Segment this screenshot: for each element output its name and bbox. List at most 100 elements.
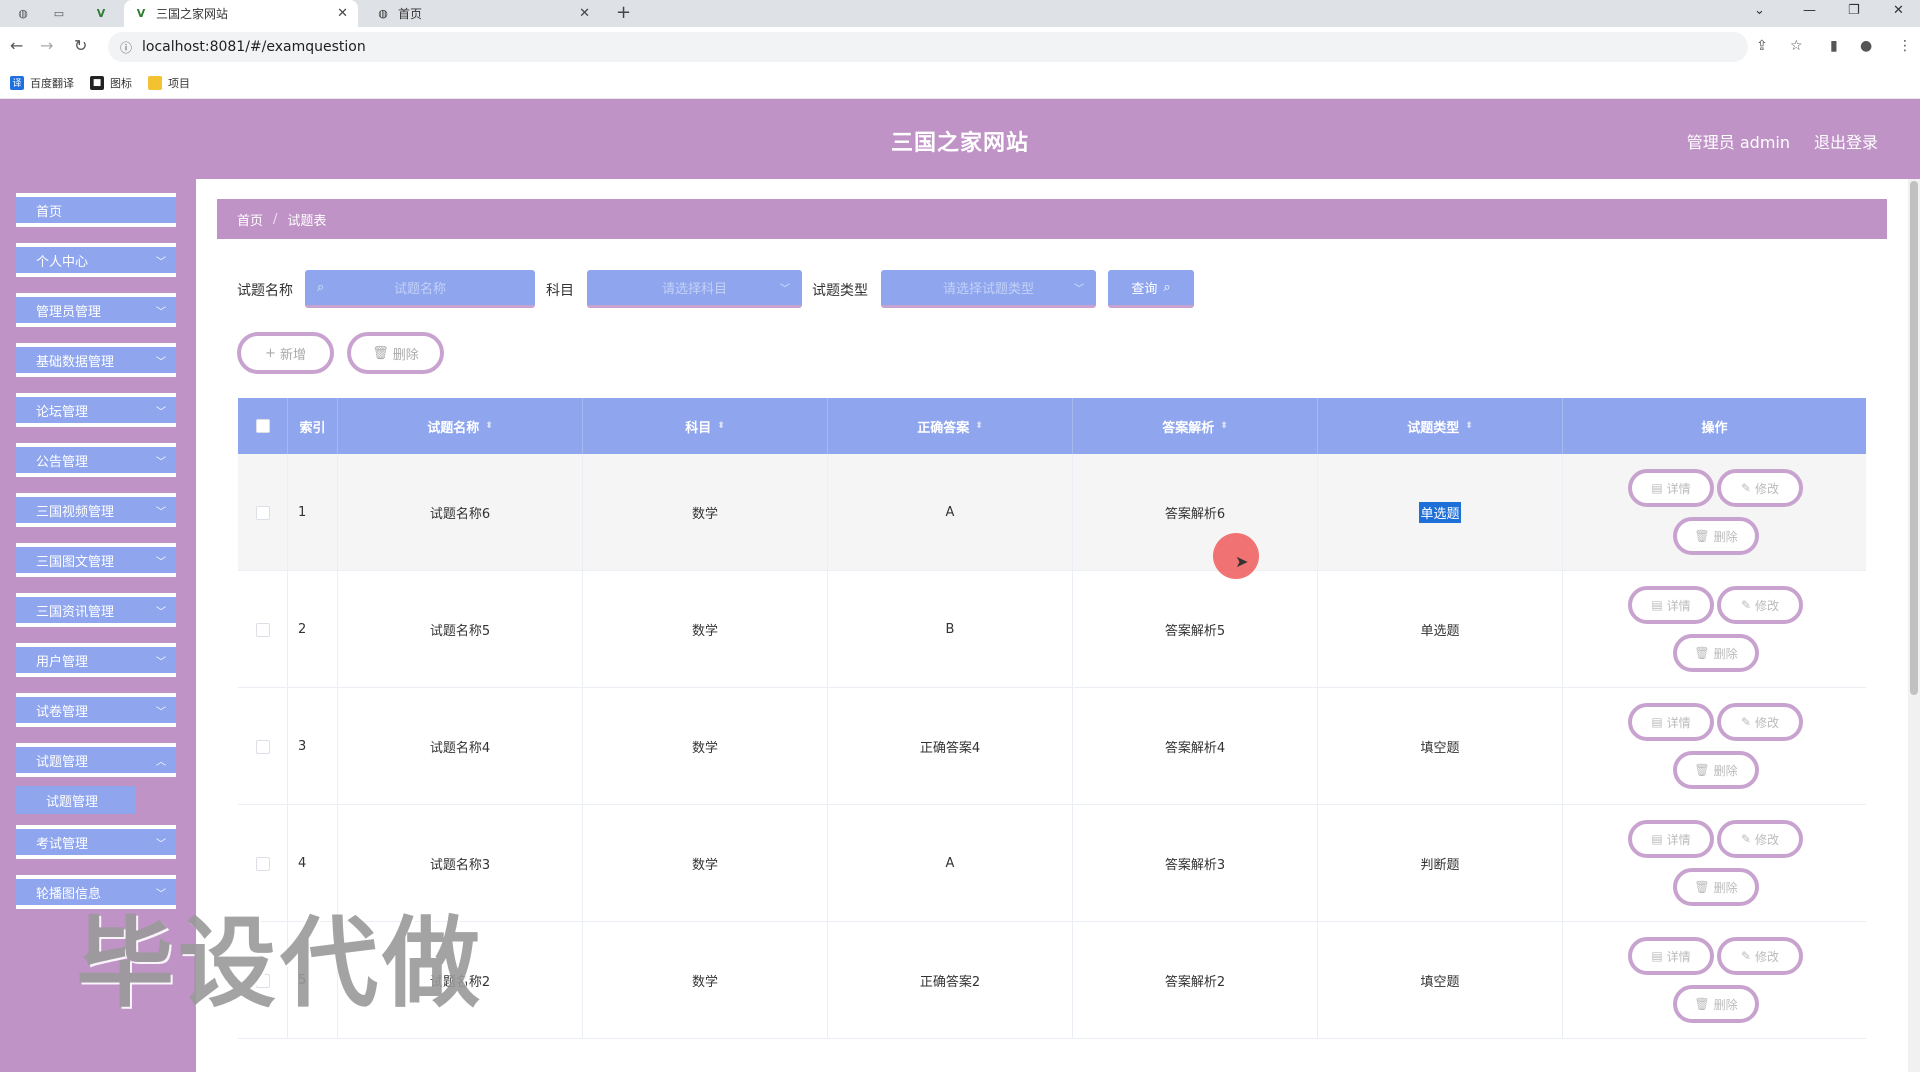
- add-button[interactable]: + 新增: [237, 332, 334, 374]
- url-bar[interactable]: ⓘ localhost:8081/#/examquestion: [108, 32, 1748, 62]
- delete-button[interactable]: 🗑 删除: [1673, 868, 1759, 906]
- sidebar-item-forum[interactable]: 论坛管理 ﹀: [16, 393, 176, 427]
- chevron-down-icon: ﹀: [156, 606, 166, 618]
- delete-button[interactable]: 🗑 删除: [1673, 517, 1759, 555]
- edit-button-label: 修改: [1755, 715, 1780, 730]
- delete-button-label: 删除: [1713, 529, 1738, 544]
- question-type-select[interactable]: 请选择试题类型 ﹀: [881, 270, 1096, 308]
- browser-tab[interactable]: ◍ 首页 ✕: [366, 0, 600, 27]
- sidebar-item-question[interactable]: 试题管理 ︿: [16, 743, 176, 777]
- cell-name-text: 试题名称6: [429, 507, 491, 522]
- select-all-checkbox[interactable]: [255, 419, 270, 433]
- close-window-icon[interactable]: ✕: [1893, 3, 1904, 18]
- cell-type: 填空题: [1318, 922, 1563, 1039]
- minimize-icon[interactable]: —: [1803, 3, 1816, 18]
- delete-button[interactable]: 🗑 删除: [1673, 985, 1759, 1023]
- bulk-delete-button[interactable]: 🗑 删除: [347, 332, 444, 374]
- close-icon[interactable]: ✕: [579, 6, 590, 21]
- sidebar-item-label: 试卷管理: [36, 704, 89, 720]
- sort-icon[interactable]: ⬍: [1465, 421, 1473, 431]
- share-icon[interactable]: ⇪: [1756, 38, 1768, 54]
- sidebar-item-notice[interactable]: 公告管理 ﹀: [16, 443, 176, 477]
- profile-icon[interactable]: ●: [1860, 38, 1872, 54]
- sort-icon[interactable]: ⬍: [1220, 421, 1228, 431]
- detail-button[interactable]: ▤ 详情: [1628, 820, 1714, 858]
- cell-answer: A: [828, 454, 1073, 571]
- cell-actions: ▤ 详情 ✎ 修改 🗑 删除: [1563, 805, 1866, 922]
- table-row[interactable]: 1 试题名称6 数学 A 答案解析6 单选题 ▤ 详情 ✎ 修改 🗑 删除: [238, 454, 1866, 571]
- row-checkbox[interactable]: [255, 622, 270, 637]
- bookmark-project[interactable]: 项目: [148, 75, 190, 91]
- table-row[interactable]: 3 试题名称4 数学 正确答案4 答案解析4 填空题 ▤ 详情 ✎ 修改 🗑 删除: [238, 688, 1866, 805]
- column-header-subject[interactable]: 科目 ⬍: [583, 398, 828, 454]
- sidebar-item-article[interactable]: 三国图文管理 ﹀: [16, 543, 176, 577]
- trash-icon: 🗑: [1694, 880, 1710, 894]
- sidebar-subitem-question[interactable]: 试题管理: [16, 786, 136, 814]
- globe-icon[interactable]: ◍: [14, 4, 32, 22]
- sidebar-item-home[interactable]: 首页: [16, 193, 176, 227]
- row-checkbox[interactable]: [255, 856, 270, 871]
- edit-button[interactable]: ✎ 修改: [1717, 703, 1803, 741]
- sort-icon[interactable]: ⬍: [717, 421, 725, 431]
- sort-icon[interactable]: ⬍: [975, 421, 983, 431]
- edit-button[interactable]: ✎ 修改: [1717, 586, 1803, 624]
- column-header-name[interactable]: 试题名称 ⬍: [338, 398, 583, 454]
- cell-answer: A: [828, 805, 1073, 922]
- edit-button[interactable]: ✎ 修改: [1717, 820, 1803, 858]
- delete-button[interactable]: 🗑 删除: [1673, 751, 1759, 789]
- question-name-input[interactable]: ⌕ 试题名称: [305, 270, 535, 308]
- browser-tab-active[interactable]: V 三国之家网站 ✕: [124, 0, 358, 27]
- row-checkbox[interactable]: [255, 739, 270, 754]
- cell-name-text: 试题名称5: [429, 624, 491, 639]
- forward-icon[interactable]: →: [40, 36, 53, 55]
- vue-logo-icon[interactable]: V: [92, 4, 110, 22]
- sidebar-item-personal-center[interactable]: 个人中心 ﹀: [16, 243, 176, 277]
- bookmark-star-icon[interactable]: ☆: [1790, 38, 1803, 54]
- cell-analysis: 答案解析5: [1073, 571, 1318, 688]
- cell-type-text: 填空题: [1420, 741, 1460, 756]
- table-row[interactable]: 2 试题名称5 数学 B 答案解析5 单选题 ▤ 详情 ✎ 修改 🗑 删除: [238, 571, 1866, 688]
- sidebar-item-basic-data[interactable]: 基础数据管理 ﹀: [16, 343, 176, 377]
- sidebar-item-label: 论坛管理: [36, 404, 89, 420]
- sidebar-item-news[interactable]: 三国资讯管理 ﹀: [16, 593, 176, 627]
- delete-button-label: 删除: [1713, 646, 1738, 661]
- detail-button-label: 详情: [1666, 481, 1691, 496]
- column-header-type[interactable]: 试题类型 ⬍: [1318, 398, 1563, 454]
- close-icon[interactable]: ✕: [337, 6, 348, 21]
- scrollbar-thumb[interactable]: [1910, 181, 1918, 695]
- bookmark-icons[interactable]: ■ 图标: [90, 75, 132, 91]
- logout-link[interactable]: 退出登录: [1814, 129, 1878, 153]
- tab-search-icon[interactable]: ⌄: [1754, 3, 1765, 18]
- subject-select[interactable]: 请选择科目 ﹀: [587, 270, 802, 308]
- query-button[interactable]: 查询 ⌕: [1108, 270, 1194, 308]
- sidebar-item-users[interactable]: 用户管理 ﹀: [16, 643, 176, 677]
- side-panel-icon[interactable]: ▮: [1830, 38, 1838, 54]
- sidebar-item-admin[interactable]: 管理员管理 ﹀: [16, 293, 176, 327]
- detail-button[interactable]: ▤ 详情: [1628, 586, 1714, 624]
- edit-button[interactable]: ✎ 修改: [1717, 937, 1803, 975]
- sort-icon[interactable]: ⬍: [485, 421, 493, 431]
- column-header-answer[interactable]: 正确答案 ⬍: [828, 398, 1073, 454]
- sidebar-item-video[interactable]: 三国视频管理 ﹀: [16, 493, 176, 527]
- back-icon[interactable]: ←: [10, 36, 23, 55]
- row-checkbox[interactable]: [255, 505, 270, 520]
- pinned-tab-icon[interactable]: ▭: [50, 4, 68, 22]
- breadcrumb-home[interactable]: 首页: [237, 210, 263, 229]
- edit-button[interactable]: ✎ 修改: [1717, 469, 1803, 507]
- bookmark-baidu-translate[interactable]: 译 百度翻译: [10, 75, 74, 91]
- delete-button[interactable]: 🗑 删除: [1673, 634, 1759, 672]
- detail-button[interactable]: ▤ 详情: [1628, 469, 1714, 507]
- site-info-icon[interactable]: ⓘ: [120, 39, 132, 56]
- menu-kebab-icon[interactable]: ⋮: [1898, 38, 1912, 54]
- sidebar-item-paper[interactable]: 试卷管理 ﹀: [16, 693, 176, 727]
- column-header-analysis[interactable]: 答案解析 ⬍: [1073, 398, 1318, 454]
- sidebar-item-exam[interactable]: 考试管理 ﹀: [16, 825, 176, 859]
- pencil-icon: ✎: [1740, 715, 1752, 729]
- cell-answer: B: [828, 571, 1073, 688]
- reload-icon[interactable]: ↻: [74, 36, 87, 55]
- page-scrollbar[interactable]: [1908, 179, 1920, 1072]
- restore-icon[interactable]: ❐: [1848, 3, 1860, 18]
- detail-button[interactable]: ▤ 详情: [1628, 937, 1714, 975]
- new-tab-button[interactable]: +: [616, 2, 631, 23]
- detail-button[interactable]: ▤ 详情: [1628, 703, 1714, 741]
